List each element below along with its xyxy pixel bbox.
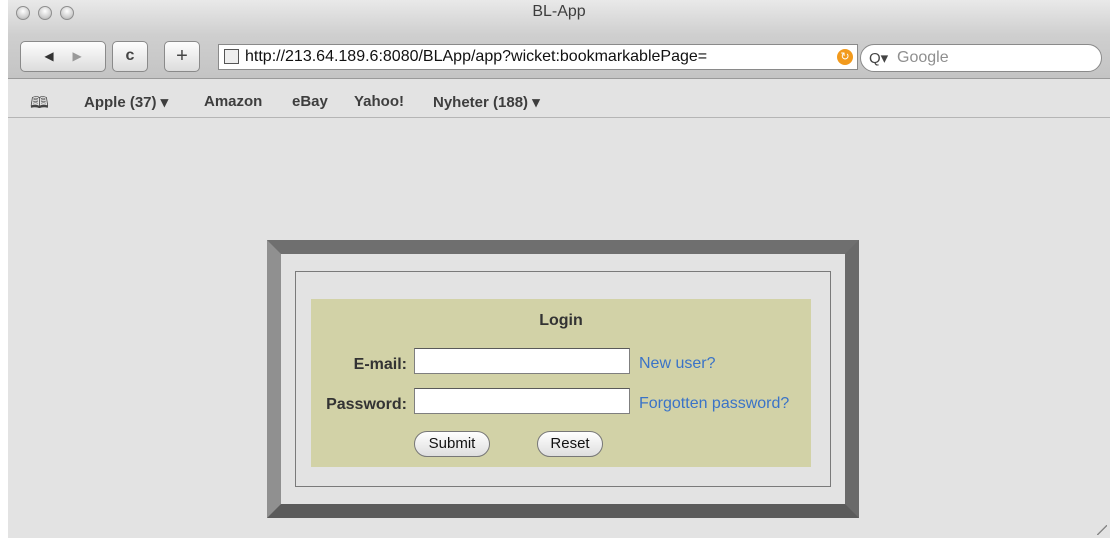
new-user-link[interactable]: New user?	[639, 355, 715, 373]
bookmark-amazon[interactable]: Amazon	[204, 93, 262, 110]
login-frame: Login E-mail: New user? Password: Forgot…	[267, 240, 859, 518]
search-field[interactable]: Q▾ Google	[860, 44, 1102, 72]
bookmark-nyheter[interactable]: Nyheter (188) ▾	[433, 93, 540, 111]
login-panel: Login E-mail: New user? Password: Forgot…	[311, 299, 811, 467]
forgotten-password-link[interactable]: Forgotten password?	[639, 395, 789, 413]
login-title: Login	[539, 312, 583, 329]
back-icon[interactable]: ◀	[44, 49, 53, 63]
reload-icon: c	[125, 47, 135, 64]
window-title: BL-App	[532, 3, 586, 20]
forward-icon[interactable]: ▶	[72, 49, 81, 63]
content-divider	[8, 117, 1110, 118]
back-forward-group: ◀ ▶	[20, 41, 106, 72]
search-icon[interactable]: Q▾	[869, 49, 888, 67]
page-favicon-icon	[224, 49, 239, 64]
rss-icon[interactable]: ↻	[837, 49, 853, 65]
bookmark-yahoo[interactable]: Yahoo!	[354, 93, 404, 110]
browser-window: BL-App ◀ ▶ c + http://213.64.189.6:8080/…	[8, 0, 1110, 538]
bookmarks-book-icon[interactable]: 🕮	[30, 92, 49, 119]
bookmark-ebay[interactable]: eBay	[292, 93, 328, 110]
email-label: E-mail:	[353, 356, 407, 373]
reload-button[interactable]: c	[112, 41, 148, 72]
bookmarks-bar: 🕮 Apple (37) ▾ Amazon eBay Yahoo! Nyhete…	[8, 88, 1110, 116]
password-field[interactable]	[414, 388, 630, 414]
submit-button[interactable]: Submit	[414, 431, 490, 457]
search-placeholder: Google	[897, 49, 949, 66]
reset-button[interactable]: Reset	[537, 431, 603, 457]
password-label: Password:	[326, 396, 407, 413]
bookmark-apple[interactable]: Apple (37) ▾	[84, 93, 168, 111]
address-bar[interactable]: http://213.64.189.6:8080/BLApp/app?wicke…	[218, 44, 858, 70]
email-field[interactable]	[414, 348, 630, 374]
address-text[interactable]: http://213.64.189.6:8080/BLApp/app?wicke…	[245, 48, 830, 66]
title-bar: BL-App ◀ ▶ c + http://213.64.189.6:8080/…	[8, 0, 1110, 79]
resize-grip-icon[interactable]	[1097, 525, 1107, 535]
plus-icon: +	[176, 45, 188, 67]
add-bookmark-button[interactable]: +	[164, 41, 200, 72]
